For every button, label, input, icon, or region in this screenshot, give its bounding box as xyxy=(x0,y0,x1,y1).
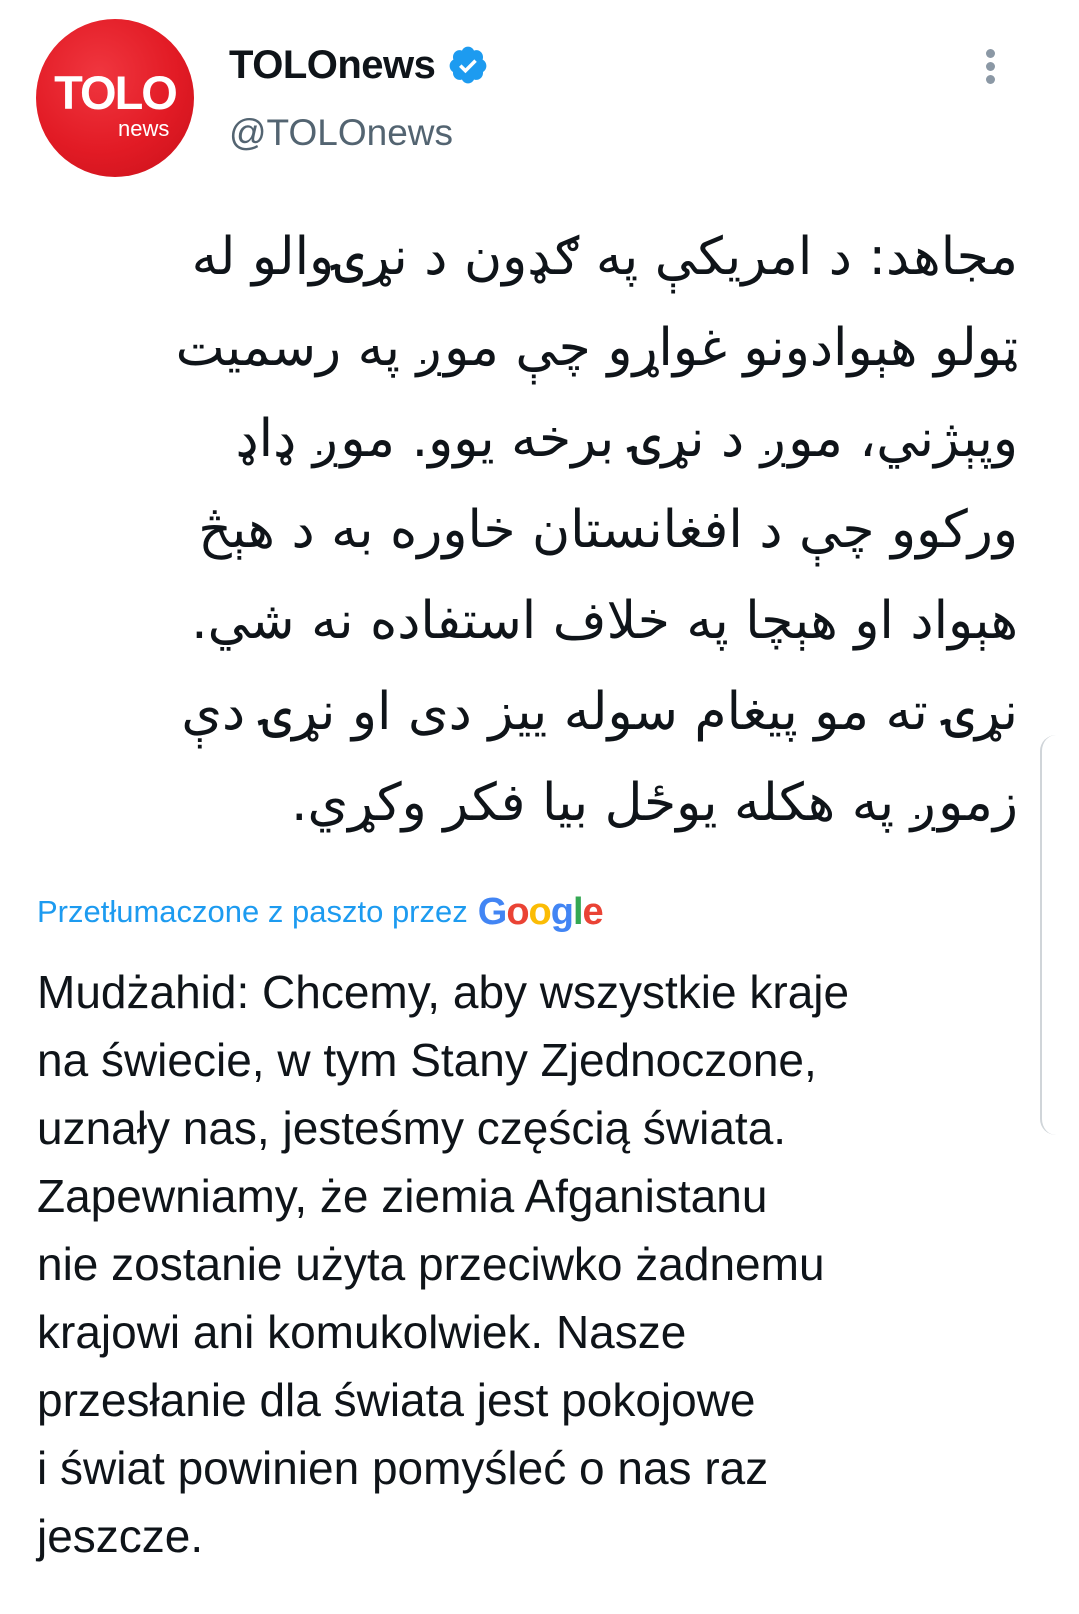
tweet-translation-line: Zapewniamy, że ziemia Afganistanu xyxy=(37,1170,768,1222)
tweet-translation-line: Mudżahid: Chcemy, aby wszystkie kraje xyxy=(37,966,850,1018)
translation-attribution[interactable]: Przetłumaczone z paszto przez Google xyxy=(37,888,604,936)
side-panel-edge[interactable] xyxy=(1040,735,1079,1135)
tweet-original-text: مجاهد: د امریکې په ګډون د نړۍوالو له ټول… xyxy=(70,212,1018,849)
name-row: TOLOnews xyxy=(229,42,489,88)
avatar[interactable]: TOLO news xyxy=(36,19,194,177)
tweet-original-line: وپېژني، موږ د نړۍ برخه یوو. موږ ډاډ xyxy=(235,409,1018,469)
tweet-translation-line: przesłanie dla świata jest pokojowe xyxy=(37,1374,756,1426)
tweet-original-line: ټولو هېوادونو غواړو چې موږ په رسمیت xyxy=(175,318,1018,378)
tweet-original-line: ورکوو چې د افغانستان خاوره به د هېڅ xyxy=(198,500,1018,560)
more-dot xyxy=(986,75,995,84)
display-name[interactable]: TOLOnews xyxy=(229,43,436,88)
tweet-translation-line: i świat powinien pomyśleć o nas raz xyxy=(37,1442,769,1494)
google-logo: Google xyxy=(477,890,604,933)
tweet-original-line: مجاهد: د امریکې په ګډون د نړۍوالو له xyxy=(191,227,1018,287)
tweet-translation-line: jeszcze. xyxy=(37,1510,204,1562)
tweet-header: TOLO news TOLOnews @TOLOnews xyxy=(0,0,1079,190)
account-handle[interactable]: @TOLOnews xyxy=(229,112,453,154)
avatar-logo-subtext: news xyxy=(118,116,170,141)
more-dot xyxy=(986,49,995,58)
tweet-original-line: زموږ په هکله یوځل بیا فکر وکړي. xyxy=(290,773,1018,833)
tweet-translation-text: Mudżahid: Chcemy, aby wszystkie kraje na… xyxy=(37,958,1037,1570)
tweet-original-line: نړۍ ته مو پیغام سوله ییز دی او نړۍ دې xyxy=(181,682,1018,742)
tweet-translation-line: uznały nas, jesteśmy częścią świata. xyxy=(37,1102,787,1154)
more-dot xyxy=(986,62,995,71)
translated-by-label[interactable]: Przetłumaczone z paszto przez xyxy=(37,894,468,930)
avatar-logo-text: TOLO xyxy=(54,66,178,119)
verified-badge-icon xyxy=(447,44,489,86)
tweet-translation-line: na świecie, w tym Stany Zjednoczone, xyxy=(37,1034,817,1086)
tweet-original-line: هېواد او هېچا په خلاف استفاده نه شي. xyxy=(191,591,1018,651)
more-vertical-icon[interactable] xyxy=(975,45,1005,87)
tweet-translation-line: krajowi ani komukolwiek. Nasze xyxy=(37,1306,687,1358)
tweet-translation-line: nie zostanie użyta przeciwko żadnemu xyxy=(37,1238,825,1290)
tweet: TOLO news TOLOnews @TOLOnews مجاهد: د ام… xyxy=(0,0,1079,1614)
